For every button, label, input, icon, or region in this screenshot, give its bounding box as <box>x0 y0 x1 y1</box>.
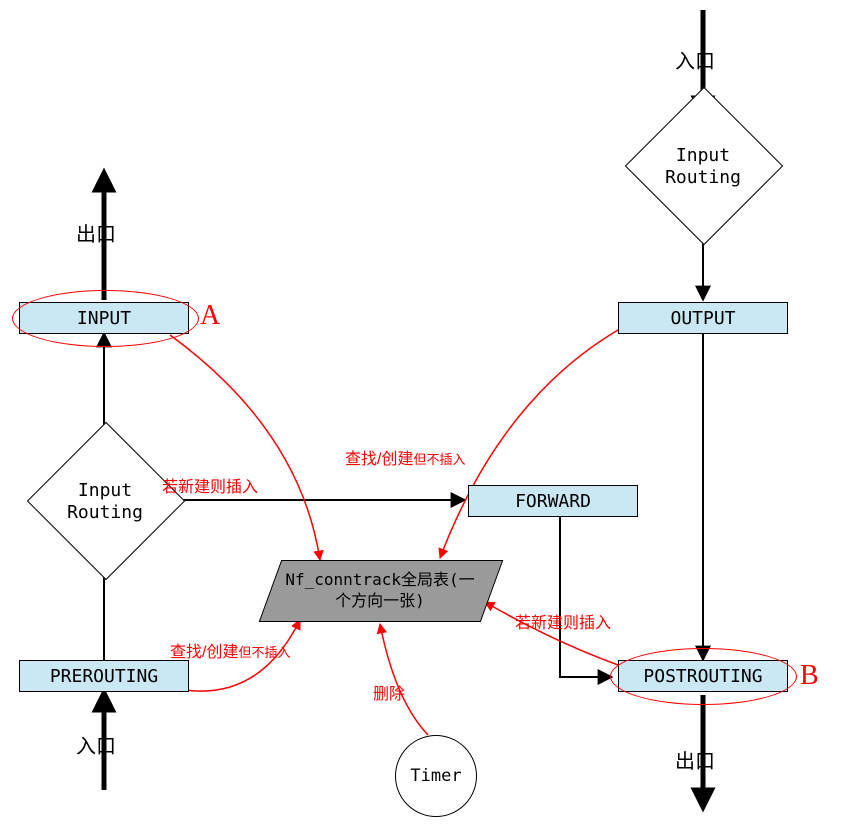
ellipse-b <box>610 648 797 705</box>
anno-lookup-left-main: 查找/创建 <box>170 644 238 661</box>
prerouting-box-text: PREROUTING <box>50 666 158 687</box>
label-in-left: 入口 <box>76 730 116 759</box>
anno-lookup-top-sub: 但不插入 <box>413 452 465 467</box>
output-box: OUTPUT <box>618 302 788 334</box>
label-out-right: 出口 <box>675 745 715 774</box>
anno-new-insert-right: 若新建则插入 <box>515 609 611 633</box>
anno-new-insert-left: 若新建则插入 <box>162 473 258 497</box>
forward-box: FORWARD <box>468 485 638 517</box>
anno-lookup-top: 查找/创建但不插入 <box>345 445 465 469</box>
red-arrow-output-conntrack <box>440 330 618 558</box>
letter-a: A <box>200 300 220 332</box>
letter-b: B <box>800 660 819 692</box>
diamond-label-right: Input Routing <box>643 145 763 188</box>
output-box-text: OUTPUT <box>670 308 735 329</box>
ellipse-a <box>12 290 199 347</box>
anno-delete: 删除 <box>373 680 405 704</box>
label-out-left: 出口 <box>76 218 116 247</box>
anno-lookup-left: 查找/创建但不插入 <box>170 638 290 662</box>
conntrack-text: Nf_conntrack全局表(一个方向一张) <box>280 570 480 612</box>
anno-lookup-top-main: 查找/创建 <box>345 451 413 468</box>
diagram-canvas: 出口 入口 入口 出口 INPUT A PREROUTING Input Rou… <box>0 0 852 838</box>
prerouting-box: PREROUTING <box>19 660 189 692</box>
timer-circle: Timer <box>395 735 477 817</box>
label-in-right: 入口 <box>675 45 715 74</box>
anno-lookup-left-sub: 但不插入 <box>238 645 290 660</box>
timer-text: Timer <box>410 766 461 786</box>
diamond-label-left: Input Routing <box>45 480 165 523</box>
red-arrow-input-conntrack <box>170 335 320 560</box>
forward-box-text: FORWARD <box>515 491 591 512</box>
